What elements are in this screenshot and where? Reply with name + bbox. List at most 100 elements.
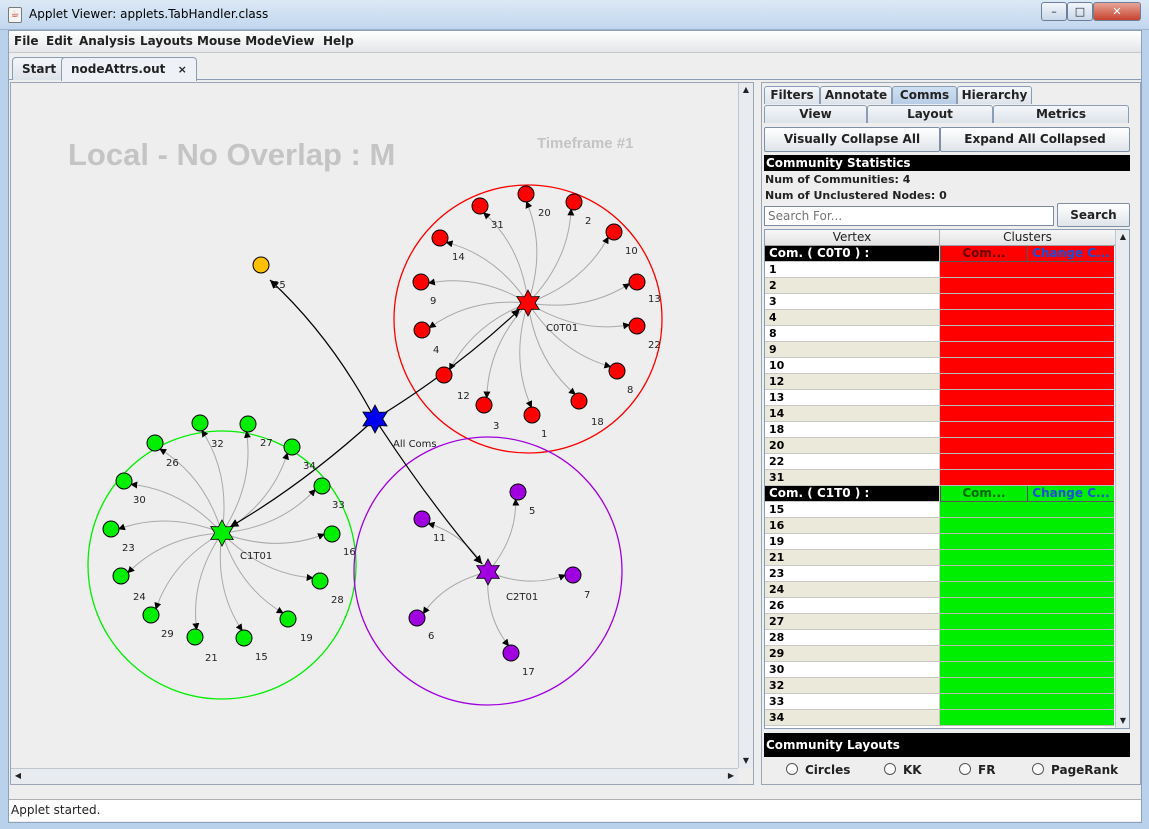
graph-horizontal-scrollbar[interactable]: ◀ ▶	[11, 768, 738, 784]
radio-pagerank[interactable]: PageRank	[1032, 763, 1118, 777]
graph-node[interactable]	[235, 629, 253, 647]
close-window-button[interactable]: ✕	[1093, 2, 1141, 21]
scroll-right-icon[interactable]: ▶	[724, 769, 738, 783]
table-row[interactable]: 10	[765, 358, 1115, 374]
table-row[interactable]: 21	[765, 550, 1115, 566]
table-row[interactable]: 33	[765, 694, 1115, 710]
community-color-button[interactable]: Com...	[940, 246, 1027, 262]
tab-nodeattrs[interactable]: nodeAttrs.out ×	[61, 57, 197, 81]
graph-node[interactable]	[413, 510, 431, 528]
graph-node[interactable]	[413, 321, 431, 339]
graph-node[interactable]	[431, 229, 449, 247]
graph-node[interactable]	[279, 610, 297, 628]
radio-circle-icon[interactable]	[786, 763, 798, 775]
table-row[interactable]: 18	[765, 422, 1115, 438]
table-row[interactable]: 20	[765, 438, 1115, 454]
tab-filters[interactable]: Filters	[764, 86, 820, 104]
table-row[interactable]: 34	[765, 710, 1115, 726]
table-row[interactable]: 8	[765, 326, 1115, 342]
table-row[interactable]: 29	[765, 646, 1115, 662]
table-row[interactable]: 30	[765, 662, 1115, 678]
table-row[interactable]: 23	[765, 566, 1115, 582]
graph-node[interactable]	[523, 406, 541, 424]
search-button[interactable]: Search	[1057, 203, 1130, 227]
table-row[interactable]: 15	[765, 502, 1115, 518]
graph-node[interactable]	[323, 525, 341, 543]
tab-view[interactable]: View	[764, 105, 867, 123]
menu-mouse-mode[interactable]: Mouse Mode	[197, 34, 282, 48]
graph-node[interactable]	[102, 520, 120, 538]
table-row[interactable]: 2	[765, 278, 1115, 294]
menu-view[interactable]: View	[282, 34, 314, 48]
table-vertical-scrollbar[interactable]: ▲ ▼	[1115, 230, 1129, 728]
tab-comms[interactable]: Comms	[892, 86, 957, 104]
table-row[interactable]: 16	[765, 518, 1115, 534]
graph-node[interactable]	[112, 567, 130, 585]
menu-help[interactable]: Help	[323, 34, 354, 48]
graph-node[interactable]	[191, 414, 209, 432]
graph-node[interactable]	[608, 362, 626, 380]
expand-all-collapsed-button[interactable]: Expand All Collapsed	[940, 127, 1130, 152]
table-row[interactable]: 24	[765, 582, 1115, 598]
menu-edit[interactable]: Edit	[46, 34, 73, 48]
graph-nodes[interactable]: 3120210132281813124914C0T0132 27343316281…	[102, 185, 661, 678]
change-color-button[interactable]: Change C...	[1027, 246, 1114, 262]
graph-node[interactable]	[252, 256, 270, 274]
graph-node[interactable]	[435, 366, 453, 384]
scroll-up-icon[interactable]: ▲	[739, 83, 753, 97]
graph-node[interactable]	[412, 273, 430, 291]
graph-node[interactable]	[142, 606, 160, 624]
scroll-left-icon[interactable]: ◀	[11, 769, 25, 783]
community-group-row[interactable]: Com. ( C1T0 ) : Com... Change C...	[765, 486, 1115, 502]
tab-annotate[interactable]: Annotate	[820, 86, 892, 104]
scroll-down-icon[interactable]: ▼	[739, 754, 753, 768]
radio-kk[interactable]: KK	[884, 763, 922, 777]
menu-layouts[interactable]: Layouts	[140, 34, 193, 48]
graph-node[interactable]	[502, 644, 520, 662]
change-color-button[interactable]: Change C...	[1027, 486, 1114, 502]
column-header-vertex[interactable]: Vertex	[765, 230, 940, 246]
graph-node[interactable]	[311, 572, 329, 590]
graph-node[interactable]	[517, 185, 535, 203]
community-group-row[interactable]: Com. ( C0T0 ) : Com... Change C...	[765, 246, 1115, 262]
table-row[interactable]: 22	[765, 454, 1115, 470]
graph-node[interactable]	[628, 317, 646, 335]
minimize-button[interactable]: –	[1041, 2, 1067, 21]
table-row[interactable]: 19	[765, 534, 1115, 550]
table-row[interactable]: 28	[765, 630, 1115, 646]
column-header-clusters[interactable]: Clusters	[940, 230, 1115, 246]
graph-node[interactable]	[565, 193, 583, 211]
community-color-button[interactable]: Com...	[940, 486, 1027, 502]
scroll-up-icon[interactable]: ▲	[1116, 230, 1129, 244]
radio-circles[interactable]: Circles	[786, 763, 850, 777]
graph-node[interactable]	[475, 396, 493, 414]
table-row[interactable]: 4	[765, 310, 1115, 326]
menu-analysis[interactable]: Analysis	[79, 34, 135, 48]
tab-metrics[interactable]: Metrics	[993, 105, 1129, 123]
table-row[interactable]: 9	[765, 342, 1115, 358]
table-row[interactable]: 3	[765, 294, 1115, 310]
scroll-down-icon[interactable]: ▼	[1116, 714, 1129, 728]
maximize-button[interactable]: □	[1067, 2, 1093, 21]
radio-fr[interactable]: FR	[959, 763, 995, 777]
tab-layout[interactable]: Layout	[867, 105, 993, 123]
search-input[interactable]	[764, 206, 1054, 226]
table-row[interactable]: 31	[765, 470, 1115, 486]
tab-start[interactable]: Start	[12, 57, 67, 80]
menu-file[interactable]: File	[14, 34, 39, 48]
graph-vertical-scrollbar[interactable]: ▲ ▼	[738, 83, 753, 768]
graph-node[interactable]	[564, 566, 582, 584]
graph-node[interactable]	[186, 628, 204, 646]
table-row[interactable]: 26	[765, 598, 1115, 614]
radio-circle-icon[interactable]	[959, 763, 971, 775]
graph-canvas-pane[interactable]: Local - No Overlap : M Timeframe #1 31 20…	[10, 82, 754, 785]
table-row[interactable]: 1	[765, 262, 1115, 278]
graph-node[interactable]	[628, 273, 646, 291]
table-row[interactable]: 14	[765, 406, 1115, 422]
community-center-node[interactable]	[209, 519, 235, 547]
graph-node[interactable]	[509, 483, 527, 501]
visually-collapse-all-button[interactable]: Visually Collapse All	[764, 127, 940, 152]
tab-hierarchy[interactable]: Hierarchy	[957, 86, 1032, 104]
graph-node[interactable]	[471, 197, 489, 215]
community-center-node[interactable]	[475, 558, 501, 586]
